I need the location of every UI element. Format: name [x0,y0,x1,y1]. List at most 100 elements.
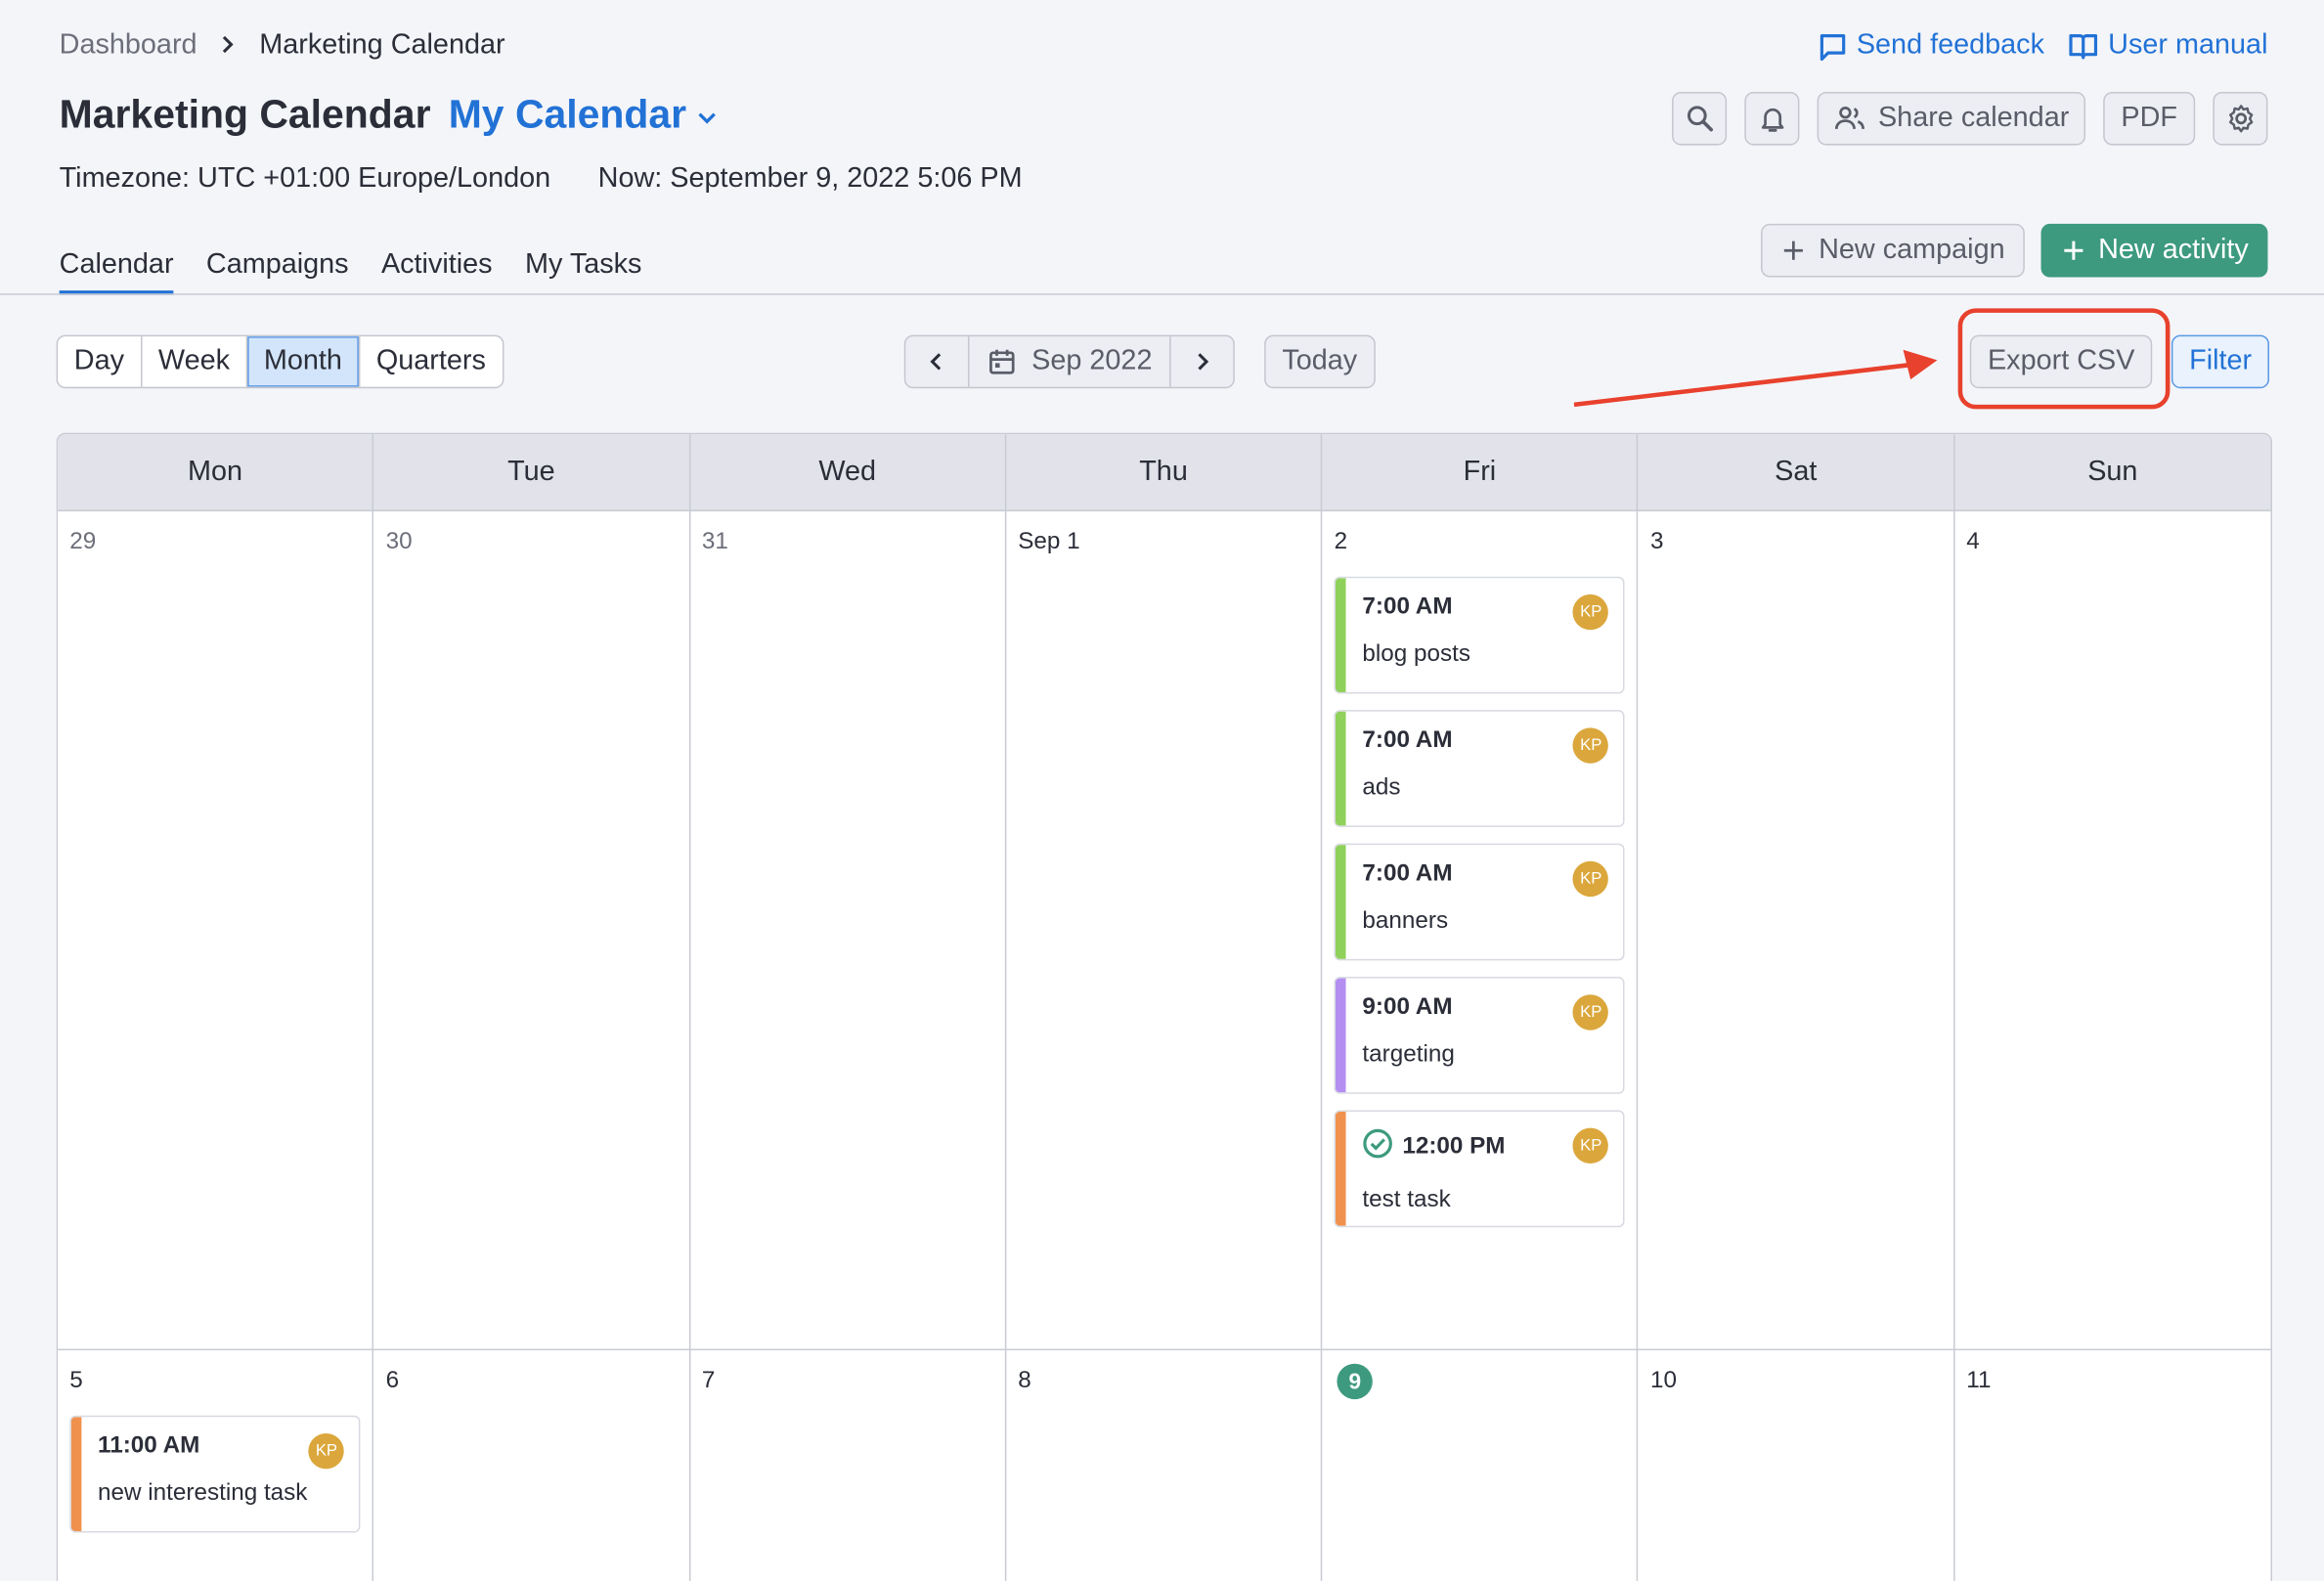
share-calendar-label: Share calendar [1877,102,2070,134]
send-feedback-link[interactable]: Send feedback [1817,29,2044,62]
day-cell[interactable]: 8 [1006,1350,1323,1581]
search-button[interactable] [1672,91,1728,146]
current-period-label: Sep 2022 [1031,345,1153,377]
day-number: 3 [1649,529,1664,554]
day-cell[interactable]: Sep 1 [1006,511,1323,1349]
view-month-button[interactable]: Month [247,336,361,387]
day-cell[interactable]: 6 [373,1350,690,1581]
event-title: targeting [1362,1041,1455,1068]
day-cell[interactable]: 30 [373,511,690,1349]
day-number: 29 [69,529,97,554]
breadcrumb: Dashboard Marketing Calendar [60,29,505,62]
date-navigator: Sep 2022 [903,334,1236,389]
weekday-fri: Fri [1322,434,1639,510]
date-picker[interactable]: Sep 2022 [969,336,1169,387]
new-activity-label: New activity [2098,234,2249,266]
day-cell[interactable]: 29 [58,511,374,1349]
day-cell[interactable]: 3 [1639,511,1955,1349]
breadcrumb-dashboard-link[interactable]: Dashboard [60,29,197,62]
day-cell[interactable]: 7 [690,1350,1007,1581]
event-time-label: 7:00 AM [1362,593,1453,620]
event-card[interactable]: 12:00 PM test task KP [1334,1110,1626,1228]
day-cell[interactable]: 4 [1954,511,2270,1349]
day-cell[interactable]: 5 11:00 AM new interesting task KP [58,1350,374,1581]
event-card[interactable]: 11:00 AM new interesting task KP [69,1415,361,1533]
new-campaign-button[interactable]: New campaign [1760,223,2025,278]
weekday-sun: Sun [2087,456,2138,488]
calendar-selector-label: My Calendar [448,91,687,137]
event-time-label: 11:00 AM [98,1432,200,1459]
send-feedback-label: Send feedback [1856,29,2044,62]
avatar: KP [308,1432,345,1470]
day-number: 30 [385,529,413,554]
event-title: ads [1362,774,1401,801]
day-number: 4 [1966,529,1980,554]
event-card[interactable]: 7:00 AM blog posts KP [1334,576,1626,694]
tab-calendar[interactable]: Calendar [59,249,174,295]
view-week-button[interactable]: Week [142,336,248,387]
chat-bubble-icon [1820,33,1845,61]
event-time: 12:00 PM [1362,1128,1605,1166]
day-cell[interactable]: 9 [1322,1350,1639,1581]
header-actions: Share calendar PDF [1672,91,2268,146]
day-number: 8 [1018,1368,1031,1394]
event-color-bar [1336,845,1346,959]
check-circle-icon [1362,1128,1393,1166]
previous-month-button[interactable] [905,336,970,387]
event-card[interactable]: 7:00 AM banners KP [1334,843,1626,961]
avatar: KP [1573,727,1609,764]
tabs-divider [0,293,2324,295]
event-time-label: 7:00 AM [1362,727,1453,754]
page-title-text: Marketing Calendar [59,91,431,137]
day-number: 31 [701,529,728,554]
users-icon [1835,107,1865,130]
view-quarters-button[interactable]: Quarters [360,336,502,387]
new-activity-button[interactable]: New activity [2039,223,2268,278]
chevron-down-icon [698,111,717,123]
weekday-mon: Mon [58,434,374,510]
week-row: 5 11:00 AM new interesting task KP 6 7 8 9 10 11 [58,1350,2270,1581]
event-card[interactable]: 9:00 AM targeting KP [1334,977,1626,1094]
event-time: 11:00 AM [98,1433,341,1460]
event-list: 7:00 AM blog posts KP 7:00 AM ads KP 7:00 AM ba… [1334,576,1626,1228]
notifications-button[interactable] [1744,91,1800,146]
event-color-bar [1336,711,1346,826]
day-number: Sep 1 [1018,529,1080,554]
share-calendar-button[interactable]: Share calendar [1817,91,2086,146]
day-number: 11 [1966,1368,1992,1394]
event-title: blog posts [1362,641,1470,668]
tab-activities[interactable]: Activities [381,249,493,295]
view-day-button[interactable]: Day [58,336,143,387]
user-manual-link[interactable]: User manual [2068,29,2267,62]
page-title: Marketing Calendar My Calendar [60,92,720,138]
calendar-icon [989,349,1015,374]
day-cell[interactable]: 31 [690,511,1007,1349]
week-rows: 29 30 31 Sep 1 2 7:00 AM blog posts KP 7:00 AM ad… [58,511,2271,1581]
weekday-header: Mon Tue Wed Thu Fri Sat Sun [58,434,2271,512]
tab-my-tasks[interactable]: My Tasks [525,249,642,295]
next-month-button[interactable] [1169,336,1234,387]
day-cell[interactable]: 11 [1954,1350,2270,1581]
today-button[interactable]: Today [1264,334,1376,389]
day-cell[interactable]: 2 7:00 AM blog posts KP 7:00 AM ads KP 7:00 AM b… [1322,511,1639,1349]
user-manual-label: User manual [2108,29,2268,62]
event-color-bar [1336,1112,1346,1226]
chevron-right-icon [1198,353,1209,371]
event-time: 9:00 AM [1362,994,1605,1021]
tab-campaigns[interactable]: Campaigns [206,249,349,295]
event-card[interactable]: 7:00 AM ads KP [1334,710,1626,827]
plus-icon [1783,241,1803,260]
settings-button[interactable] [2213,91,2268,146]
weekday-wed: Wed [690,434,1007,510]
event-time: 7:00 AM [1362,594,1605,621]
filter-button[interactable]: Filter [2171,334,2270,389]
search-icon [1687,106,1713,132]
calendar-selector[interactable]: My Calendar [449,92,720,138]
pdf-button[interactable]: PDF [2103,91,2196,146]
event-time-label: 7:00 AM [1362,860,1453,887]
day-cell[interactable]: 10 [1639,1350,1955,1581]
week-row: 29 30 31 Sep 1 2 7:00 AM blog posts KP 7:00 AM ad… [58,511,2271,1351]
avatar: KP [1573,994,1609,1031]
plus-icon [2063,241,2083,260]
filter-label: Filter [2189,345,2253,377]
